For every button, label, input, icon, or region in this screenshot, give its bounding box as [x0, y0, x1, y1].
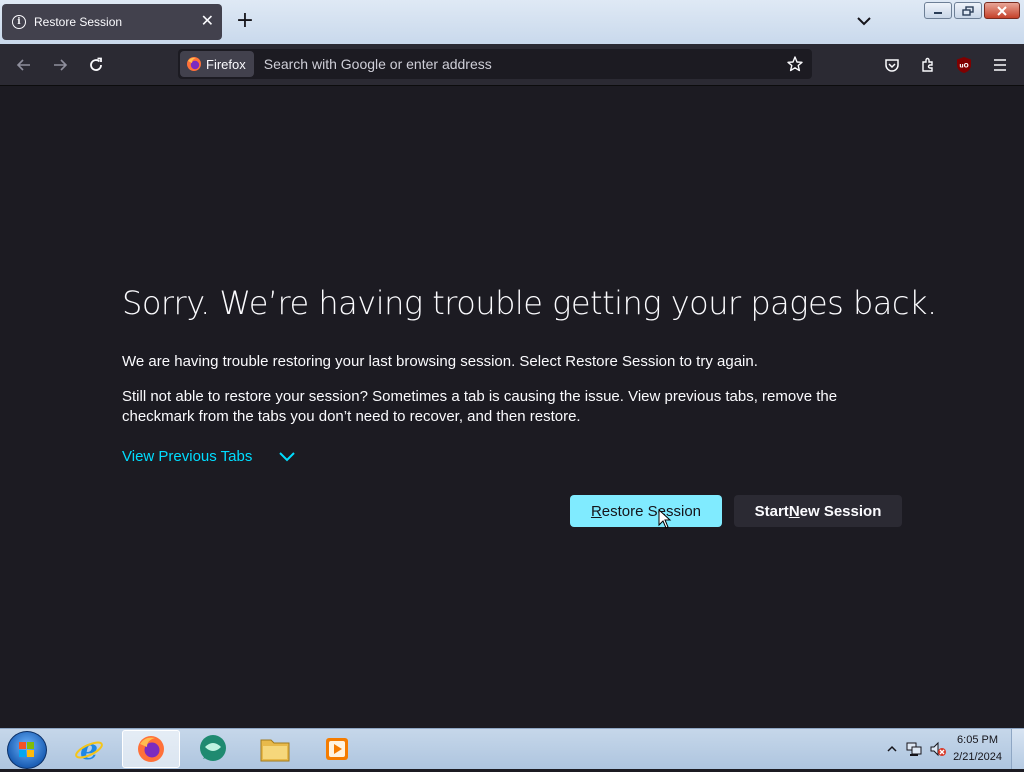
- volume-muted-icon[interactable]: [929, 741, 947, 757]
- firefox-icon: [187, 57, 201, 71]
- navigation-toolbar: Firefox uO: [0, 44, 1024, 86]
- view-previous-tabs-label: View Previous Tabs: [122, 448, 253, 465]
- info-icon: i: [12, 15, 26, 29]
- url-bar: Firefox: [178, 49, 812, 79]
- identity-box[interactable]: Firefox: [180, 51, 254, 77]
- forward-button[interactable]: [49, 54, 71, 76]
- ublock-origin-icon: uO: [957, 57, 971, 73]
- close-tab-icon[interactable]: ✕: [201, 14, 214, 30]
- clock-date: 2/21/2024: [953, 751, 1002, 763]
- window-controls: [924, 2, 1020, 19]
- clock[interactable]: 6:05 PM 2/21/2024: [953, 732, 1002, 766]
- forward-arrow-icon: [54, 59, 68, 71]
- folder-icon: [260, 739, 290, 762]
- taskbar-internet-explorer[interactable]: e: [60, 730, 118, 768]
- start-new-session-button[interactable]: Start New Session: [734, 495, 902, 527]
- new-tab-icon[interactable]: +: [234, 10, 256, 32]
- tab-title: Restore Session: [34, 15, 123, 29]
- hamburger-menu-icon: [994, 59, 1006, 71]
- restore-session-button[interactable]: Restore Session: [570, 495, 722, 527]
- firefox-icon: [138, 736, 164, 762]
- mouse-cursor-icon: [658, 509, 672, 529]
- back-button[interactable]: [13, 54, 35, 76]
- svg-text:e: e: [80, 733, 98, 765]
- chevron-down-icon: [279, 451, 296, 461]
- media-player-icon: [326, 738, 348, 760]
- network-icon[interactable]: [905, 741, 923, 757]
- view-previous-tabs-toggle[interactable]: View Previous Tabs: [122, 448, 296, 465]
- system-tray: 6:05 PM 2/21/2024: [887, 729, 1024, 769]
- error-help-text: Still not able to restore your session? …: [122, 388, 838, 425]
- tab-strip: i Restore Session ✕ +: [0, 0, 1024, 44]
- address-input[interactable]: [261, 55, 786, 73]
- svg-text:uO: uO: [959, 63, 968, 70]
- start-button[interactable]: [7, 731, 47, 769]
- windows-logo-icon: [19, 742, 34, 757]
- identity-label: Firefox: [206, 56, 246, 72]
- app-menu-button[interactable]: [989, 54, 1011, 76]
- tab-restore-session[interactable]: i Restore Session ✕: [2, 4, 222, 40]
- close-window-button[interactable]: [984, 2, 1020, 19]
- show-desktop-button[interactable]: [1011, 729, 1024, 769]
- show-hidden-icons-icon[interactable]: [887, 744, 897, 754]
- pocket-button[interactable]: [881, 54, 903, 76]
- taskbar-media-player[interactable]: [308, 730, 366, 768]
- reload-button[interactable]: [85, 54, 107, 76]
- extensions-button[interactable]: [917, 54, 939, 76]
- chat-bubble-icon: [200, 735, 226, 761]
- bookmark-star-icon[interactable]: [786, 55, 804, 73]
- clock-time: 6:05 PM: [957, 734, 999, 746]
- page-title: Sorry. We’re having trouble getting your…: [122, 284, 937, 322]
- error-page: Sorry. We’re having trouble getting your…: [0, 86, 1024, 728]
- minimize-button[interactable]: [924, 2, 952, 19]
- list-all-tabs-icon[interactable]: [855, 12, 873, 30]
- taskbar-firefox[interactable]: [122, 730, 180, 768]
- taskbar: e 6:05 PM 2/21/2024: [0, 728, 1024, 769]
- taskbar-file-explorer[interactable]: [246, 730, 304, 768]
- pocket-icon: [885, 59, 899, 72]
- back-arrow-icon: [16, 59, 30, 71]
- reload-icon: [90, 57, 102, 71]
- restore-window-button[interactable]: [954, 2, 982, 19]
- internet-explorer-icon: e: [75, 733, 103, 765]
- taskbar-messaging-app[interactable]: [184, 730, 242, 768]
- error-description: We are having trouble restoring your las…: [122, 353, 758, 370]
- puzzle-piece-icon: [922, 57, 933, 72]
- ublock-origin-button[interactable]: uO: [953, 54, 975, 76]
